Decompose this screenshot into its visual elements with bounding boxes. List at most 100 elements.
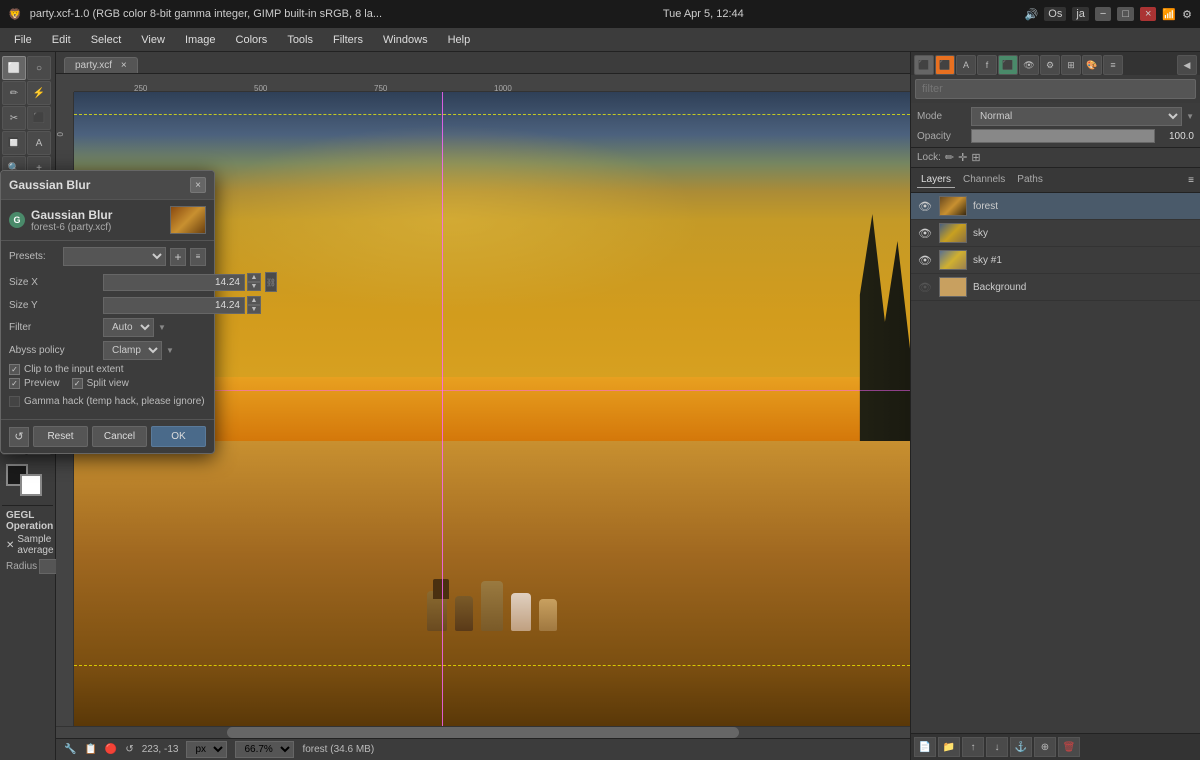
size-x-up[interactable]: ▲ — [247, 273, 261, 282]
menu-file[interactable]: File — [6, 32, 40, 48]
layer-eye-forest[interactable]: 👁 — [917, 198, 933, 214]
tab-settings-icon[interactable]: ⚙ — [1040, 55, 1060, 75]
layer-eye-sky[interactable]: 👁 — [917, 225, 933, 241]
status-unit-select[interactable]: px — [186, 741, 227, 758]
tab-paths[interactable]: Paths — [1013, 172, 1047, 188]
canvas-tabs: party.xcf × — [56, 52, 910, 74]
canvas-tab-label: party.xcf — [75, 60, 112, 71]
layers-section: Mode Normal ▼ Opacity 100.0 Lock: ✏ — [911, 103, 1200, 760]
menu-view[interactable]: View — [133, 32, 173, 48]
tab-extra-icon[interactable]: ≡ — [1103, 55, 1123, 75]
sample-average-checkbox[interactable]: ✕ Sample average — [6, 534, 49, 556]
abyss-arrow-icon: ▼ — [166, 346, 174, 355]
cancel-button[interactable]: Cancel — [92, 426, 147, 447]
menu-filters[interactable]: Filters — [325, 32, 371, 48]
tab-eye-icon[interactable]: 👁 — [1019, 55, 1039, 75]
reset-button[interactable]: Reset — [33, 426, 88, 447]
tab-color-icon[interactable]: ⬛ — [998, 55, 1018, 75]
filter-search-area — [911, 75, 1200, 103]
filter-select[interactable]: Auto — [103, 318, 154, 337]
dialog-close-button[interactable]: × — [190, 177, 206, 193]
layers-mode-select[interactable]: Normal — [971, 107, 1182, 126]
refresh-button[interactable]: ↺ — [9, 427, 29, 447]
text-tool[interactable]: A — [27, 131, 51, 155]
tab-text-icon[interactable]: A — [956, 55, 976, 75]
menu-windows[interactable]: Windows — [375, 32, 436, 48]
layer-item-sky1[interactable]: 👁 sky #1 — [911, 247, 1200, 274]
canvas-scrollbar-h[interactable] — [56, 726, 910, 738]
canvas-scroll-thumb[interactable] — [227, 727, 739, 738]
preset-menu-button[interactable]: ≡ — [190, 248, 206, 266]
new-layer-button[interactable]: 📄 — [914, 737, 936, 757]
menu-help[interactable]: Help — [440, 32, 479, 48]
layer-up-button[interactable]: ↑ — [962, 737, 984, 757]
merge-layers-button[interactable]: ⊕ — [1034, 737, 1056, 757]
size-y-input[interactable] — [103, 297, 245, 314]
fuzzy-select-tool[interactable]: ⚡ — [27, 81, 51, 105]
ruler-horizontal: 250 500 750 1000 — [74, 74, 910, 92]
chain-link-icon[interactable]: ⛓ — [265, 272, 277, 292]
menu-colors[interactable]: Colors — [228, 32, 276, 48]
layer-eye-background[interactable]: 👁 — [917, 279, 933, 295]
delete-layer-button[interactable]: 🗑 — [1058, 737, 1080, 757]
clip-checkbox[interactable]: ✓ — [9, 364, 20, 375]
menu-select[interactable]: Select — [83, 32, 130, 48]
layer-item-background[interactable]: 👁 Background — [911, 274, 1200, 301]
menu-edit[interactable]: Edit — [44, 32, 79, 48]
status-zoom-select[interactable]: 66.7% — [235, 741, 294, 758]
tab-grid-icon[interactable]: ⊞ — [1061, 55, 1081, 75]
size-y-up[interactable]: ▲ — [247, 296, 261, 305]
layer-name-sky: sky — [973, 228, 1194, 239]
tab-orange-icon[interactable]: ⬛ — [935, 55, 955, 75]
preset-add-button[interactable]: + — [170, 248, 186, 266]
lock-alpha-icon[interactable]: ⊞ — [971, 151, 980, 164]
minimize-button[interactable]: − — [1095, 7, 1111, 21]
background-color[interactable] — [20, 474, 42, 496]
maximize-button[interactable]: □ — [1117, 7, 1134, 21]
close-button[interactable]: × — [1140, 7, 1156, 21]
dialog-header: G Gaussian Blur forest-6 (party.xcf) — [1, 200, 214, 241]
layer-down-button[interactable]: ↓ — [986, 737, 1008, 757]
preview-checkbox[interactable]: ✓ — [9, 378, 20, 389]
new-group-button[interactable]: 📁 — [938, 737, 960, 757]
gamma-checkbox[interactable] — [9, 396, 20, 407]
scissors-tool[interactable]: ✂ — [2, 106, 26, 130]
tab-font-icon[interactable]: f — [977, 55, 997, 75]
tab-layers[interactable]: Layers — [917, 172, 955, 188]
filter-search-input[interactable] — [915, 79, 1196, 99]
rect-select-tool[interactable]: ⬜ — [2, 56, 26, 80]
layer-eye-sky1[interactable]: 👁 — [917, 252, 933, 268]
volume-icon[interactable]: 🔊 — [1025, 8, 1039, 21]
presets-select[interactable] — [63, 247, 166, 266]
menu-tools[interactable]: Tools — [279, 32, 321, 48]
layer-item-forest[interactable]: 👁 forest — [911, 193, 1200, 220]
tab-palette-icon[interactable]: 🎨 — [1082, 55, 1102, 75]
size-y-down[interactable]: ▼ — [247, 305, 261, 314]
layers-menu-icon[interactable]: ≡ — [1188, 175, 1194, 186]
menu-image[interactable]: Image — [177, 32, 224, 48]
fg-select-tool[interactable]: ⬛ — [27, 106, 51, 130]
canvas-tab-party[interactable]: party.xcf × — [64, 57, 138, 73]
size-x-down[interactable]: ▼ — [247, 282, 261, 291]
layer-item-sky[interactable]: 👁 sky — [911, 220, 1200, 247]
tab-channels[interactable]: Channels — [959, 172, 1009, 188]
anchor-layer-button[interactable]: ⚓ — [1010, 737, 1032, 757]
lock-paint-icon[interactable]: ✏ — [945, 151, 954, 164]
free-select-tool[interactable]: ✏ — [2, 81, 26, 105]
size-x-input[interactable] — [103, 274, 245, 291]
tab-brush-icon[interactable]: ⬛ — [914, 55, 934, 75]
wifi-icon: 📶 — [1162, 8, 1176, 21]
dialog-plugin-thumbnail — [170, 206, 206, 234]
os-label[interactable]: Os — [1044, 7, 1066, 21]
abyss-row: Abyss policy Clamp ▼ — [9, 341, 206, 360]
paths-tool[interactable]: 🔲 — [2, 131, 26, 155]
abyss-select[interactable]: Clamp — [103, 341, 162, 360]
layers-opacity-slider[interactable] — [971, 129, 1155, 143]
ok-button[interactable]: OK — [151, 426, 206, 447]
tab-collapse-icon[interactable]: ◀ — [1177, 55, 1197, 75]
lock-move-icon[interactable]: ✛ — [958, 151, 967, 164]
split-view-checkbox[interactable]: ✓ — [72, 378, 83, 389]
canvas-tab-close[interactable]: × — [121, 60, 127, 71]
ellipse-select-tool[interactable]: ○ — [27, 56, 51, 80]
lang-label[interactable]: ja — [1072, 7, 1089, 21]
